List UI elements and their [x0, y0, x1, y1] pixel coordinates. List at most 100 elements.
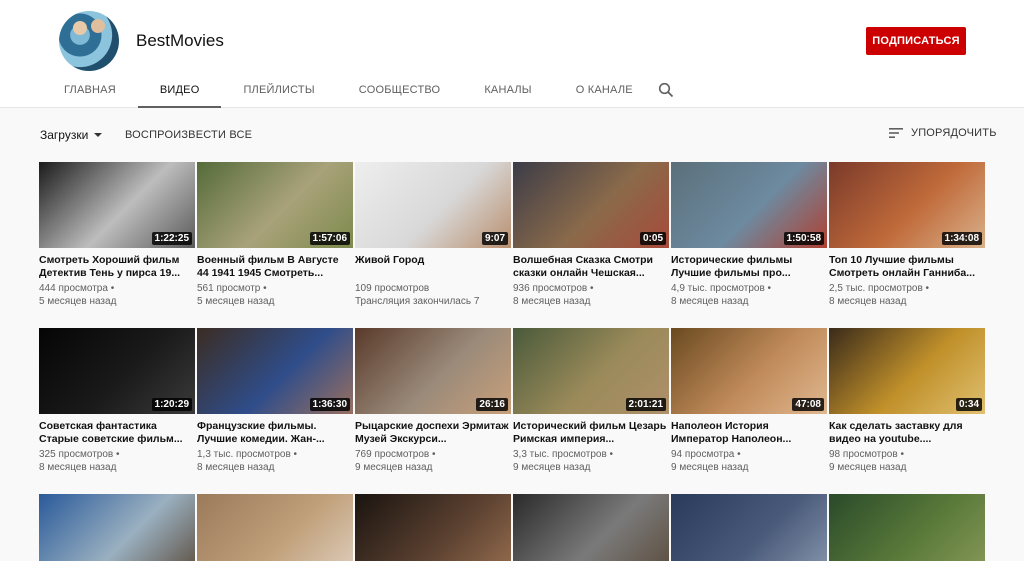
- video-views: 2,5 тыс. просмотров •: [829, 283, 930, 294]
- video-views: 3,3 тыс. просмотров •: [513, 449, 614, 460]
- video-card[interactable]: [829, 494, 985, 561]
- video-duration: 1:57:06: [309, 232, 350, 245]
- video-duration: 0:34: [955, 398, 982, 411]
- video-thumbnail[interactable]: 26:16: [355, 328, 511, 414]
- video-card[interactable]: [671, 494, 827, 561]
- video-duration: 1:20:29: [151, 398, 192, 411]
- chevron-down-icon: [94, 133, 103, 137]
- video-age: 5 месяцев назад: [39, 296, 117, 307]
- video-card[interactable]: 26:16 Рыцарские доспехи Эрмитаж Музей Экс…: [355, 328, 511, 474]
- video-card[interactable]: [197, 494, 353, 561]
- video-card[interactable]: [513, 494, 669, 561]
- video-card[interactable]: [355, 494, 511, 561]
- video-age: 8 месяцев назад: [197, 462, 275, 473]
- video-age: 8 месяцев назад: [829, 296, 907, 307]
- sort-button[interactable]: УПОРЯДОЧИТЬ: [889, 127, 997, 139]
- tab-channels[interactable]: КАНАЛЫ: [462, 72, 553, 108]
- video-thumbnail[interactable]: 9:07: [355, 162, 511, 248]
- video-age: 9 месяцев назад: [671, 462, 749, 473]
- video-age: 8 месяцев назад: [513, 296, 591, 307]
- video-thumbnail[interactable]: 1:36:30: [197, 328, 353, 414]
- uploads-label: Загрузки: [40, 128, 89, 142]
- tab-community[interactable]: СООБЩЕСТВО: [337, 72, 463, 108]
- video-thumbnail[interactable]: 1:20:29: [39, 328, 195, 414]
- video-title[interactable]: Смотреть Хороший фильм Детектив Тень у п…: [39, 254, 195, 279]
- video-card[interactable]: 9:07 Живой Город 109 просмотров Трансляция …: [355, 162, 511, 308]
- video-title[interactable]: Топ 10 Лучшие фильмы Смотреть онлайн Ган…: [829, 254, 985, 279]
- video-card[interactable]: 1:20:29 Советская фантастика Старые совет…: [39, 328, 195, 474]
- video-views: 1,3 тыс. просмотров •: [197, 449, 298, 460]
- video-duration: 9:07: [481, 232, 508, 245]
- video-views: 94 просмотра •: [671, 449, 741, 460]
- video-title[interactable]: Советская фантастика Старые советские фи…: [39, 420, 195, 445]
- subscribe-button[interactable]: ПОДПИСАТЬСЯ: [866, 27, 966, 55]
- video-views: 769 просмотров •: [355, 449, 436, 460]
- video-title[interactable]: Рыцарские доспехи Эрмитаж Музей Экскурси…: [355, 420, 511, 445]
- video-thumbnail[interactable]: 0:34: [829, 328, 985, 414]
- video-thumbnail[interactable]: 1:50:58: [671, 162, 827, 248]
- video-duration: 2:01:21: [625, 398, 666, 411]
- video-duration: 26:16: [476, 398, 508, 411]
- video-age: 8 месяцев назад: [671, 296, 749, 307]
- video-thumbnail[interactable]: 1:34:08: [829, 162, 985, 248]
- video-thumbnail[interactable]: [355, 494, 511, 561]
- video-age: 8 месяцев назад: [39, 462, 117, 473]
- channel-header: BestMovies ПОДПИСАТЬСЯ ГЛАВНАЯ ВИДЕО ПЛЕ…: [0, 0, 1024, 108]
- sort-icon: [889, 128, 903, 138]
- video-title[interactable]: Как сделать заставку для видео на youtub…: [829, 420, 985, 445]
- play-all-button[interactable]: ВОСПРОИЗВЕСТИ ВСЕ: [125, 129, 252, 141]
- video-duration: 1:34:08: [941, 232, 982, 245]
- video-duration: 47:08: [792, 398, 824, 411]
- video-card[interactable]: 1:50:58 Исторические фильмы Лучшие фильмы…: [671, 162, 827, 308]
- video-thumbnail[interactable]: [671, 494, 827, 561]
- video-duration: 0:05: [639, 232, 666, 245]
- tab-videos[interactable]: ВИДЕО: [137, 72, 222, 108]
- video-views: 444 просмотра •: [39, 283, 115, 294]
- uploads-dropdown[interactable]: Загрузки: [40, 128, 103, 142]
- video-thumbnail[interactable]: 2:01:21: [513, 328, 669, 414]
- video-thumbnail[interactable]: [39, 494, 195, 561]
- tab-playlists[interactable]: ПЛЕЙЛИСТЫ: [221, 72, 336, 108]
- channel-tabs: ГЛАВНАЯ ВИДЕО ПЛЕЙЛИСТЫ СООБЩЕСТВО КАНАЛ…: [42, 72, 655, 108]
- video-card[interactable]: 1:57:06 Военный фильм В Августе 44 1941 1…: [197, 162, 353, 308]
- video-age: 9 месяцев назад: [355, 462, 433, 473]
- video-age: 9 месяцев назад: [513, 462, 591, 473]
- video-views: 98 просмотров •: [829, 449, 904, 460]
- video-card[interactable]: 0:05 Волшебная Сказка Смотри сказки онлай…: [513, 162, 669, 308]
- sort-label: УПОРЯДОЧИТЬ: [911, 127, 997, 139]
- video-card[interactable]: [39, 494, 195, 561]
- video-card[interactable]: 1:36:30 Французские фильмы. Лучшие комеди…: [197, 328, 353, 474]
- video-title[interactable]: Волшебная Сказка Смотри сказки онлайн Че…: [513, 254, 669, 279]
- video-duration: 1:50:58: [783, 232, 824, 245]
- search-icon[interactable]: [658, 82, 674, 98]
- video-title[interactable]: Французские фильмы. Лучшие комедии. Жан-…: [197, 420, 353, 445]
- video-thumbnail[interactable]: [829, 494, 985, 561]
- video-thumbnail[interactable]: 1:22:25: [39, 162, 195, 248]
- video-card[interactable]: 1:34:08 Топ 10 Лучшие фильмы Смотреть онл…: [829, 162, 985, 308]
- video-views: 109 просмотров: [355, 283, 430, 294]
- video-age: 9 месяцев назад: [829, 462, 907, 473]
- video-card[interactable]: 1:22:25 Смотреть Хороший фильм Детектив Т…: [39, 162, 195, 308]
- video-thumbnail[interactable]: [513, 494, 669, 561]
- video-title[interactable]: Военный фильм В Августе 44 1941 1945 Смо…: [197, 254, 353, 279]
- video-thumbnail[interactable]: 1:57:06: [197, 162, 353, 248]
- video-views: 936 просмотров •: [513, 283, 594, 294]
- video-thumbnail[interactable]: 47:08: [671, 328, 827, 414]
- filter-bar: Загрузки ВОСПРОИЗВЕСТИ ВСЕ УПОРЯДОЧИТЬ: [0, 108, 1024, 162]
- video-duration: 1:22:25: [151, 232, 192, 245]
- tab-home[interactable]: ГЛАВНАЯ: [42, 72, 138, 108]
- channel-name[interactable]: BestMovies: [136, 31, 224, 51]
- video-title[interactable]: Исторические фильмы Лучшие фильмы про...: [671, 254, 827, 279]
- video-title[interactable]: Исторический фильм Цезарь Римская импери…: [513, 420, 669, 445]
- tab-about[interactable]: О КАНАЛЕ: [554, 72, 655, 108]
- video-age: 5 месяцев назад: [197, 296, 275, 307]
- video-card[interactable]: 0:34 Как сделать заставку для видео на yo…: [829, 328, 985, 474]
- video-title[interactable]: Живой Город: [355, 254, 511, 279]
- video-thumbnail[interactable]: 0:05: [513, 162, 669, 248]
- video-age: Трансляция закончилась 7: [355, 296, 480, 307]
- video-thumbnail[interactable]: [197, 494, 353, 561]
- video-title[interactable]: Наполеон История Император Наполеон...: [671, 420, 827, 445]
- video-card[interactable]: 2:01:21 Исторический фильм Цезарь Римская…: [513, 328, 669, 474]
- channel-avatar[interactable]: [59, 11, 119, 71]
- video-card[interactable]: 47:08 Наполеон История Император Наполеон…: [671, 328, 827, 474]
